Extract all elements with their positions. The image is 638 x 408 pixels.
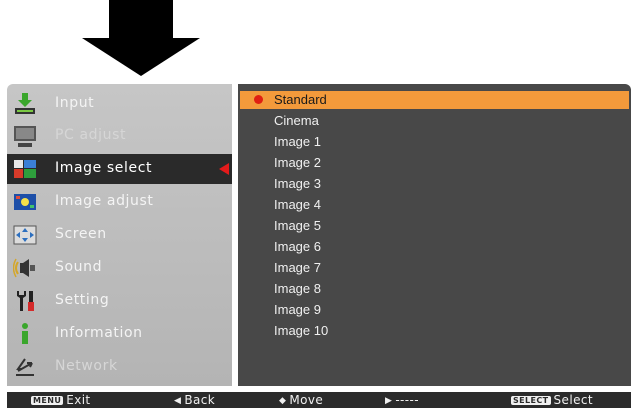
menu-item-label: PC adjust xyxy=(55,127,127,143)
submenu-item-cinema[interactable]: Cinema xyxy=(240,112,629,130)
submenu-item-image-2[interactable]: Image 2 xyxy=(240,154,629,172)
hint-move: ◆ Move xyxy=(279,393,323,407)
main-menu-panel: Input PC adjust Image select Image adjus… xyxy=(7,84,232,386)
submenu-item-image-1[interactable]: Image 1 xyxy=(240,133,629,151)
menu-item-pc-adjust[interactable]: PC adjust xyxy=(7,121,232,151)
submenu-item-label: Image 2 xyxy=(274,155,321,170)
submenu-item-image-5[interactable]: Image 5 xyxy=(240,217,629,235)
screen-icon xyxy=(13,225,37,245)
submenu-item-image-3[interactable]: Image 3 xyxy=(240,175,629,193)
menu-item-input[interactable]: Input xyxy=(7,89,232,119)
hint-back-label: Back xyxy=(184,393,216,407)
setting-icon xyxy=(17,291,34,311)
sound-icon xyxy=(13,258,35,278)
submenu-item-label: Image 6 xyxy=(274,239,321,254)
hint-select-label: Select xyxy=(553,393,593,407)
menu-item-image-select[interactable]: Image select xyxy=(7,154,232,184)
submenu-item-image-9[interactable]: Image 9 xyxy=(240,301,629,319)
submenu-item-image-8[interactable]: Image 8 xyxy=(240,280,629,298)
submenu-item-label: Image 5 xyxy=(274,218,321,233)
information-icon xyxy=(22,323,28,344)
submenu-item-label: Image 8 xyxy=(274,281,321,296)
menu-item-label: Input xyxy=(55,95,95,111)
menu-item-sound[interactable]: Sound xyxy=(7,253,232,283)
submenu-item-label: Image 7 xyxy=(274,260,321,275)
left-triangle-icon: ◀ xyxy=(174,396,182,406)
menu-item-setting[interactable]: Setting xyxy=(7,286,232,316)
submenu-item-label: Image 9 xyxy=(274,302,321,317)
menu-item-label: Image select xyxy=(55,160,153,176)
network-icon xyxy=(16,358,34,376)
submenu-item-image-7[interactable]: Image 7 xyxy=(240,259,629,277)
hint-exit: MENU Exit xyxy=(31,393,91,407)
hint-next-label: ----- xyxy=(395,393,419,407)
menu-item-label: Setting xyxy=(55,292,110,308)
menu-item-screen[interactable]: Screen xyxy=(7,220,232,250)
menu-item-information[interactable]: Information xyxy=(7,319,232,349)
footer-hint-bar: MENU Exit ◀ Back ◆ Move ▶ ----- SELECT Select xyxy=(7,392,631,408)
menu-item-label: Sound xyxy=(55,259,103,275)
input-icon xyxy=(15,93,35,114)
menu-item-label: Screen xyxy=(55,226,107,242)
pc-adjust-icon xyxy=(14,126,36,147)
selected-dot-icon xyxy=(254,95,263,104)
image-select-icon xyxy=(14,160,36,178)
submenu-item-label: Standard xyxy=(274,92,327,107)
hint-move-label: Move xyxy=(289,393,324,407)
menu-item-label: Information xyxy=(55,325,143,341)
menu-item-network[interactable]: Network xyxy=(7,352,232,382)
down-arrow-indicator xyxy=(82,0,200,76)
image-select-submenu: Standard Cinema Image 1 Image 2 Image 3 … xyxy=(238,84,631,386)
hint-exit-label: Exit xyxy=(66,393,91,407)
submenu-item-label: Cinema xyxy=(274,113,319,128)
right-triangle-icon: ▶ xyxy=(385,396,393,406)
image-adjust-icon xyxy=(14,194,36,210)
hint-back: ◀ Back xyxy=(174,393,215,407)
submenu-item-standard[interactable]: Standard xyxy=(240,91,629,109)
select-key-icon: SELECT xyxy=(511,396,551,405)
hint-next: ▶ ----- xyxy=(385,393,419,407)
menu-item-label: Network xyxy=(55,358,118,374)
submenu-item-image-6[interactable]: Image 6 xyxy=(240,238,629,256)
menu-key-icon: MENU xyxy=(31,396,64,405)
menu-item-image-adjust[interactable]: Image adjust xyxy=(7,187,232,217)
submenu-item-label: Image 1 xyxy=(274,134,321,149)
submenu-item-label: Image 3 xyxy=(274,176,321,191)
submenu-item-image-10[interactable]: Image 10 xyxy=(240,322,629,340)
selection-pointer-icon xyxy=(219,163,229,175)
submenu-item-label: Image 4 xyxy=(274,197,321,212)
hint-select: SELECT Select xyxy=(511,393,593,407)
up-down-icon: ◆ xyxy=(279,396,287,406)
submenu-item-label: Image 10 xyxy=(274,323,329,338)
submenu-item-image-4[interactable]: Image 4 xyxy=(240,196,629,214)
menu-item-label: Image adjust xyxy=(55,193,154,209)
